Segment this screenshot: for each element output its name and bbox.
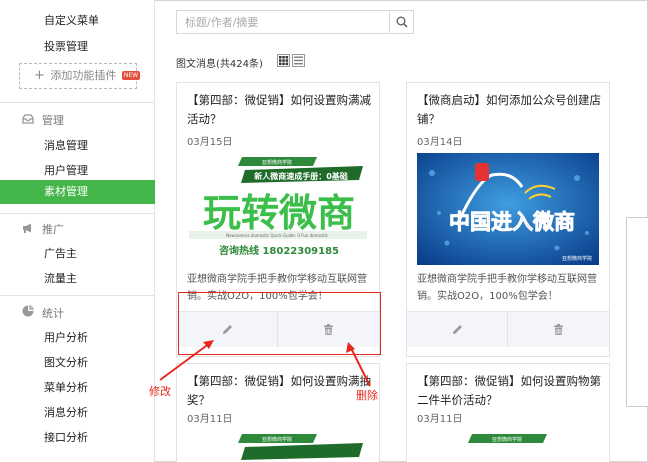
sidebar-item-user-analysis[interactable]: 用户分析 [44, 329, 88, 345]
delete-button[interactable] [508, 312, 609, 347]
card-description: 亚想微商学院手把手教你学移动互联网营销。实战O2O，100%包学会！ [417, 274, 597, 302]
inbox-icon [22, 114, 34, 127]
cover-banner-text: 亚想微商学院 [492, 436, 522, 443]
card-date: 03月14日 [417, 137, 463, 148]
article-card[interactable]: 【第四部：微促销】如何设置购满抽奖？ 03月11日 亚想微商学院 [176, 363, 380, 462]
sidebar-item-advertiser[interactable]: 广告主 [44, 245, 77, 261]
plus-icon: + [34, 68, 45, 83]
sidebar: 自定义菜单 投票管理 + 添加功能插件 NEW 管理 消息管理 用户管理 素材管… [0, 0, 155, 462]
article-count: 图文消息(共424条) [176, 59, 263, 70]
grid-view-toggle[interactable] [277, 54, 290, 67]
sidebar-item-api-analysis[interactable]: 接口分析 [44, 429, 88, 445]
card-cover-image: 中国进入微商 亚想微商学院 [417, 153, 599, 265]
sidebar-item-article-analysis[interactable]: 图文分析 [44, 354, 88, 370]
search-icon [396, 16, 408, 28]
sidebar-divider [0, 213, 155, 214]
list-icon [294, 56, 303, 65]
sidebar-item-menu-analysis[interactable]: 菜单分析 [44, 379, 88, 395]
sidebar-section-stats: 统计 [22, 305, 64, 321]
article-card[interactable]: 【第四部：微促销】如何设置购物第二件半价活动？ 03月11日 亚想微商学院 [406, 363, 610, 462]
sidebar-item-traffic-owner[interactable]: 流量主 [44, 270, 77, 286]
sidebar-divider [0, 295, 155, 296]
section-title-label: 推广 [42, 223, 64, 236]
annotation-delete-label: 删除 [356, 389, 378, 402]
new-badge: NEW [121, 71, 141, 80]
search-button[interactable] [389, 11, 413, 33]
sidebar-divider [0, 102, 155, 103]
section-title-label: 统计 [42, 307, 64, 320]
annotation-edit-label: 修改 [149, 385, 171, 398]
card-date: 03月11日 [187, 414, 233, 425]
card-cover-image: 亚想微商学院 新人微商速成手册：0基础 玩转微商 Newcomers domes… [187, 153, 369, 265]
card-title: 【微商启动】如何添加公众号创建店铺？ [417, 93, 601, 126]
cover-subtitle-text: 新人微商速成手册：0基础 [254, 171, 348, 181]
cover-banner-text: 亚想微商学院 [262, 436, 292, 443]
edit-button[interactable] [407, 312, 508, 347]
card-title: 【第四部：微促销】如何设置购满减活动？ [187, 93, 371, 126]
sidebar-item-message-analysis[interactable]: 消息分析 [44, 404, 88, 420]
article-card[interactable]: 【微商启动】如何添加公众号创建店铺？ 03月14日 中国进入微商 亚想微商学院 … [406, 82, 610, 357]
card-title: 【第四部：微促销】如何设置购物第二件半价活动？ [417, 374, 601, 407]
sidebar-item-messages[interactable]: 消息管理 [44, 137, 88, 153]
card-date: 03月15日 [187, 137, 233, 148]
search-box [176, 10, 414, 34]
sidebar-item-users[interactable]: 用户管理 [44, 162, 88, 178]
list-view-toggle[interactable] [292, 54, 305, 67]
cover-brand-text: 亚想微商学院 [562, 255, 592, 262]
cover-phone-text: 咨询热线 18022309185 [219, 244, 339, 257]
megaphone-icon [22, 223, 34, 236]
card-actions [407, 311, 609, 347]
card-date: 03月11日 [417, 414, 463, 425]
add-plugin-label: 添加功能插件 [50, 69, 117, 82]
cover-headline-text: 中国进入微商 [449, 210, 575, 234]
annotation-highlight-box [178, 292, 381, 355]
cover-headline-text: 玩转微商 [203, 191, 355, 235]
scrollbar[interactable] [626, 217, 648, 407]
sidebar-item-vote-manage[interactable]: 投票管理 [44, 38, 88, 54]
sidebar-section-manage: 管理 [22, 112, 64, 128]
search-input[interactable] [177, 11, 387, 33]
cover-tagline-text: Newcomers domestic Quick Guide: 0 Fun do… [226, 233, 328, 238]
sidebar-item-materials[interactable]: 素材管理 [0, 180, 155, 204]
card-cover-image: 亚想微商学院 [187, 430, 369, 462]
sidebar-section-promotion: 推广 [22, 221, 64, 237]
grid-icon [279, 56, 289, 66]
trash-icon [554, 324, 563, 335]
pie-chart-icon [22, 305, 34, 320]
pencil-icon [453, 325, 462, 334]
card-title: 【第四部：微促销】如何设置购满抽奖？ [187, 374, 371, 407]
card-cover-image: 亚想微商学院 [417, 430, 599, 462]
section-title-label: 管理 [42, 114, 64, 127]
cover-banner-text: 亚想微商学院 [262, 159, 292, 166]
add-plugin-button[interactable]: + 添加功能插件 NEW [19, 63, 141, 89]
sidebar-item-custom-menu[interactable]: 自定义菜单 [44, 12, 99, 28]
